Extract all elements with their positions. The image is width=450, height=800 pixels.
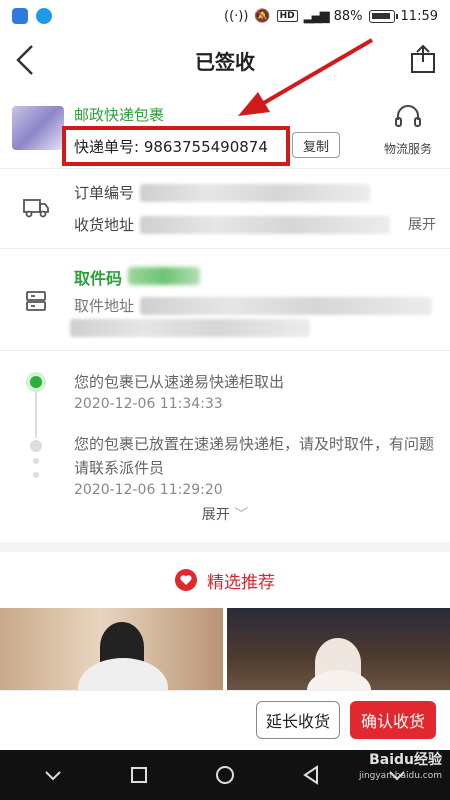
pickup-code-label: 取件码 (74, 269, 123, 288)
status-notification-icons (12, 8, 52, 24)
timeline-event-text: 您的包裹已放置在速递易快递柜，请及时取件，有问题请联系派件员 (74, 435, 435, 477)
clock: 11:59 (400, 8, 438, 24)
order-info: 订单编号 收货地址 展开 (0, 170, 450, 248)
package-carrier-name: 邮政快递包裹 (74, 106, 165, 124)
nav-back-icon[interactable] (299, 763, 323, 787)
nav-down-icon[interactable] (41, 763, 65, 787)
shipping-address-redacted (140, 216, 390, 234)
pickup-address-label: 取件地址 (74, 297, 135, 315)
divider (0, 350, 450, 351)
logistics-service-label: 物流服务 (383, 142, 432, 156)
tracking-timeline: 您的包裹已从速递易快递柜取出 2020-12-06 11:34:33 您的包裹已… (0, 352, 450, 532)
pickup-address-redacted-1 (140, 297, 432, 315)
nav-recents-icon[interactable] (127, 763, 151, 787)
headset-icon (395, 105, 421, 127)
timeline-event-time: 2020-12-06 11:34:33 (74, 396, 223, 412)
order-expand-link[interactable]: 展开 (408, 214, 436, 234)
shield-app-icon (12, 8, 28, 24)
hd-badge: HD (276, 10, 298, 22)
recommend-title: 精选推荐 (207, 572, 275, 593)
divider (0, 168, 450, 169)
chevron-down-icon: ﹀ (234, 507, 249, 523)
pickup-info: 取件码 取件地址 (0, 255, 450, 345)
package-summary: 邮政快递包裹 快递单号: 9863755490874 复制 物流服务 (0, 96, 450, 168)
heart-icon (175, 569, 197, 591)
timeline-dot (30, 440, 42, 452)
battery-icon (368, 9, 398, 23)
page-title: 已签收 (195, 49, 255, 74)
order-number-label: 订单编号 (74, 184, 135, 202)
divider (0, 248, 450, 249)
extend-receipt-button[interactable]: 延长收货 (256, 701, 340, 739)
product-image[interactable] (227, 608, 450, 690)
page-header: 已签收 (0, 32, 450, 88)
timeline-dot-small (33, 472, 39, 478)
shipping-address-label: 收货地址 (74, 216, 135, 234)
timeline-event-time: 2020-12-06 11:29:20 (74, 482, 223, 498)
timeline-event-text: 您的包裹已从速递易快递柜取出 (74, 373, 285, 391)
truck-icon (23, 199, 49, 218)
pickup-address-redacted-2 (70, 319, 310, 337)
product-image[interactable] (0, 608, 223, 690)
timeline-expand-label: 展开 (201, 507, 230, 523)
watermark-brand: Baidu经验 (369, 752, 442, 768)
share-button[interactable] (410, 44, 436, 74)
status-bar: ((·)) 🔕 HD ▂▄▆ 88% 11:59 (0, 0, 450, 32)
copy-tracking-button[interactable]: 复制 (292, 132, 340, 158)
tracking-number-text: 快递单号: 9863755490874 (74, 137, 268, 156)
tracking-number: 快递单号: 9863755490874 (62, 126, 290, 166)
signal-icon: ▂▄▆ (303, 8, 330, 24)
baidu-watermark: Baidu经验 jingyan.baidu.com (359, 752, 442, 784)
battery-percent: 88% (333, 8, 363, 24)
recommended-products (0, 608, 450, 690)
nav-home-icon[interactable] (213, 763, 237, 787)
recommend-header: 精选推荐 (0, 560, 450, 600)
product-photo-coat (78, 658, 168, 690)
package-thumbnail (12, 106, 64, 150)
section-gap (0, 542, 450, 552)
hotspot-icon: ((·)) (224, 8, 249, 24)
alipay-app-icon (36, 8, 52, 24)
watermark-url: jingyan.baidu.com (358, 771, 442, 781)
confirm-receipt-button[interactable]: 确认收货 (350, 701, 436, 739)
pickup-code-redacted (128, 267, 200, 285)
mute-icon: 🔕 (254, 8, 271, 24)
timeline-dot-small (33, 458, 39, 464)
locker-icon (26, 291, 46, 311)
timeline-dot-current (26, 372, 46, 392)
status-system-info: ((·)) 🔕 HD ▂▄▆ 88% 11:59 (224, 9, 438, 24)
order-number-redacted (140, 184, 370, 202)
timeline-expand-button[interactable]: 展开 ﹀ (0, 504, 450, 524)
back-button[interactable] (12, 42, 42, 78)
bottom-action-bar: 延长收货 确认收货 (0, 690, 450, 748)
logistics-service-button[interactable]: 物流服务 (376, 102, 440, 157)
